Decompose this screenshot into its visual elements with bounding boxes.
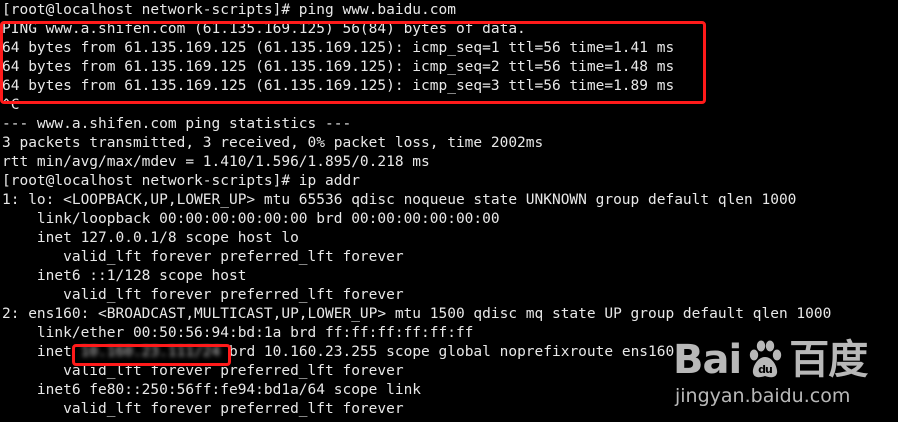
terminal-line: inet 127.0.0.1/8 scope host lo — [2, 230, 299, 246]
paw-icon: du — [750, 340, 782, 378]
terminal-line: inet6 ::1/128 scope host — [2, 268, 247, 284]
terminal-line: link/loopback 00:00:00:00:00:00 brd 00:0… — [2, 211, 500, 227]
ping-output-highlight — [0, 21, 706, 104]
terminal-line: [root@localhost network-scripts]# ping w… — [2, 2, 456, 18]
terminal-line: valid_lft forever preferred_lft forever — [2, 249, 404, 265]
watermark-url: jingyan.baidu.com — [675, 385, 851, 407]
terminal-line: [root@localhost network-scripts]# ip add… — [2, 173, 360, 189]
terminal-line: --- www.a.shifen.com ping statistics --- — [2, 116, 352, 132]
inet-suffix: brd 10.160.23.255 scope global noprefixr… — [220, 344, 675, 360]
terminal-line: 1: lo: <LOOPBACK,UP,LOWER_UP> mtu 65536 … — [2, 192, 797, 208]
inet-prefix: inet — [2, 344, 81, 360]
ip-address-highlight — [72, 344, 231, 366]
terminal-line: 2: ens160: <BROADCAST,MULTICAST,UP,LOWER… — [2, 306, 832, 322]
terminal-line: 3 packets transmitted, 3 received, 0% pa… — [2, 135, 544, 151]
baidu-jingyan-watermark: Bai du 百度 jingyan.baidu.com — [673, 338, 888, 418]
terminal-line: valid_lft forever preferred_lft forever — [2, 287, 404, 303]
logo-text-bai: Bai — [673, 337, 742, 383]
svg-text:du: du — [758, 363, 772, 376]
baidu-logo: Bai du 百度 — [673, 337, 868, 383]
logo-text-chinese: 百度 — [789, 337, 868, 383]
terminal-line: rtt min/avg/max/mdev = 1.410/1.596/1.895… — [2, 154, 430, 170]
